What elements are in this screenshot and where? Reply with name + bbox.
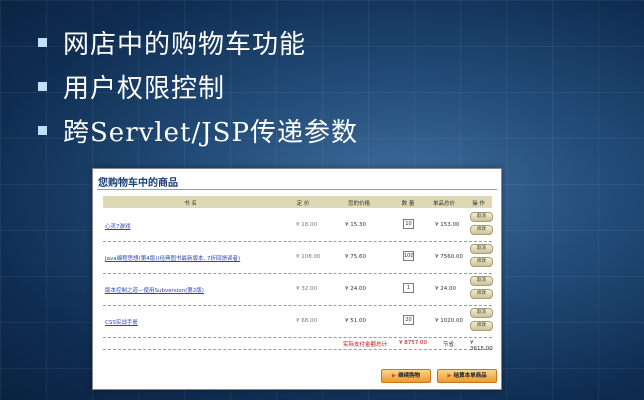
table-row: CSS实战手册 ¥ 68.00 ¥ 51.00 20 ¥ 1020.00 取消 … [103, 305, 493, 338]
table-header: 书 名 定 价 您的价格 数 量 单品总价 操 作 [103, 196, 492, 208]
delete-button[interactable]: 取消 [470, 244, 493, 254]
your-price: ¥ 75.60 [345, 254, 366, 260]
bullet-item: 网店中的购物车功能 [38, 20, 358, 64]
bullet-item: 跨Servlet/JSP传递参数 [38, 108, 358, 152]
cart-title: 您购物车中的商品 [98, 178, 178, 189]
header-list-price: 定 价 [296, 201, 310, 207]
quantity-input[interactable]: 10 [403, 219, 414, 229]
delete-button[interactable]: 取消 [470, 212, 493, 222]
modify-button[interactable]: 修改 [470, 289, 493, 299]
save-value: ¥ 3615.00 [470, 340, 493, 352]
total-label: 实际支付金额总计: [343, 342, 389, 348]
square-bullet-icon [38, 125, 47, 135]
checkout-button[interactable]: ▶ 结算本单商品 [437, 369, 497, 383]
total-value: ¥ 8757.00 [399, 340, 427, 346]
your-price: ¥ 24.00 [345, 286, 366, 292]
total-row: 实际支付金额总计: ¥ 8757.00 节省: ¥ 3615.00 [103, 337, 493, 352]
table-row: 心灵7游戏 ¥ 18.00 ¥ 15.30 10 ¥ 153.00 取消 修改 [103, 209, 493, 242]
subtotal: ¥ 1020.00 [435, 318, 463, 324]
arrow-right-icon: ▶ [447, 373, 452, 379]
book-link[interactable]: CSS实战手册 [105, 318, 138, 326]
bullet-item: 用户权限控制 [38, 64, 358, 108]
list-price: ¥ 108.00 [296, 254, 321, 260]
table-row: 版本控制之道—使用Subversion(第2版) ¥ 32.00 ¥ 24.00… [103, 273, 493, 306]
your-price: ¥ 51.00 [345, 318, 366, 324]
quantity-input[interactable]: 20 [403, 315, 414, 325]
square-bullet-icon [38, 81, 47, 91]
delete-button[interactable]: 取消 [470, 308, 493, 318]
bullet-text: 跨Servlet/JSP传递参数 [63, 117, 358, 148]
quantity-input[interactable]: 100 [403, 251, 414, 261]
table-row: Java编程思想(第4版)(经典图书最新版本, 7折回馈读者) ¥ 108.00… [103, 241, 493, 274]
subtotal: ¥ 7560.00 [435, 254, 463, 260]
square-bullet-icon [38, 37, 47, 47]
arrow-right-icon: ▶ [391, 373, 397, 379]
delete-button[interactable]: 取消 [470, 276, 493, 286]
header-qty: 数 量 [401, 201, 415, 207]
subtotal: ¥ 153.00 [435, 222, 460, 228]
subtotal: ¥ 24.00 [435, 286, 456, 292]
list-price: ¥ 32.00 [296, 286, 317, 292]
book-link[interactable]: 版本控制之道—使用Subversion(第2版) [105, 286, 204, 294]
modify-button[interactable]: 修改 [470, 225, 493, 235]
slide: 网店中的购物车功能 用户权限控制 跨Servlet/JSP传递参数 您购物车中的… [0, 0, 644, 400]
bullet-list: 网店中的购物车功能 用户权限控制 跨Servlet/JSP传递参数 [38, 20, 358, 152]
bullet-text: 网店中的购物车功能 [63, 29, 307, 60]
modify-button[interactable]: 修改 [470, 321, 493, 331]
list-price: ¥ 68.00 [296, 318, 317, 324]
continue-label: 继续购物 [398, 373, 421, 379]
continue-shopping-button[interactable]: ▶ 继续购物 [381, 369, 431, 383]
book-link[interactable]: Java编程思想(第4版)(经典图书最新版本, 7折回馈读者) [105, 254, 240, 262]
bullet-text: 用户权限控制 [63, 73, 226, 104]
header-subtotal: 单品总价 [432, 201, 455, 207]
header-your-price: 您的价格 [347, 201, 370, 207]
list-price: ¥ 18.00 [296, 222, 317, 228]
cart-screenshot: 您购物车中的商品 书 名 定 价 您的价格 数 量 单品总价 操 作 心灵7游戏… [92, 168, 502, 390]
modify-button[interactable]: 修改 [470, 257, 493, 267]
divider [97, 189, 497, 190]
your-price: ¥ 15.30 [345, 222, 366, 228]
header-ops: 操 作 [472, 201, 485, 207]
quantity-input[interactable]: 1 [403, 283, 414, 293]
save-label: 节省: [443, 342, 456, 348]
checkout-label: 结算本单商品 [453, 373, 487, 379]
book-link[interactable]: 心灵7游戏 [105, 222, 131, 230]
header-name: 书 名 [184, 201, 197, 207]
